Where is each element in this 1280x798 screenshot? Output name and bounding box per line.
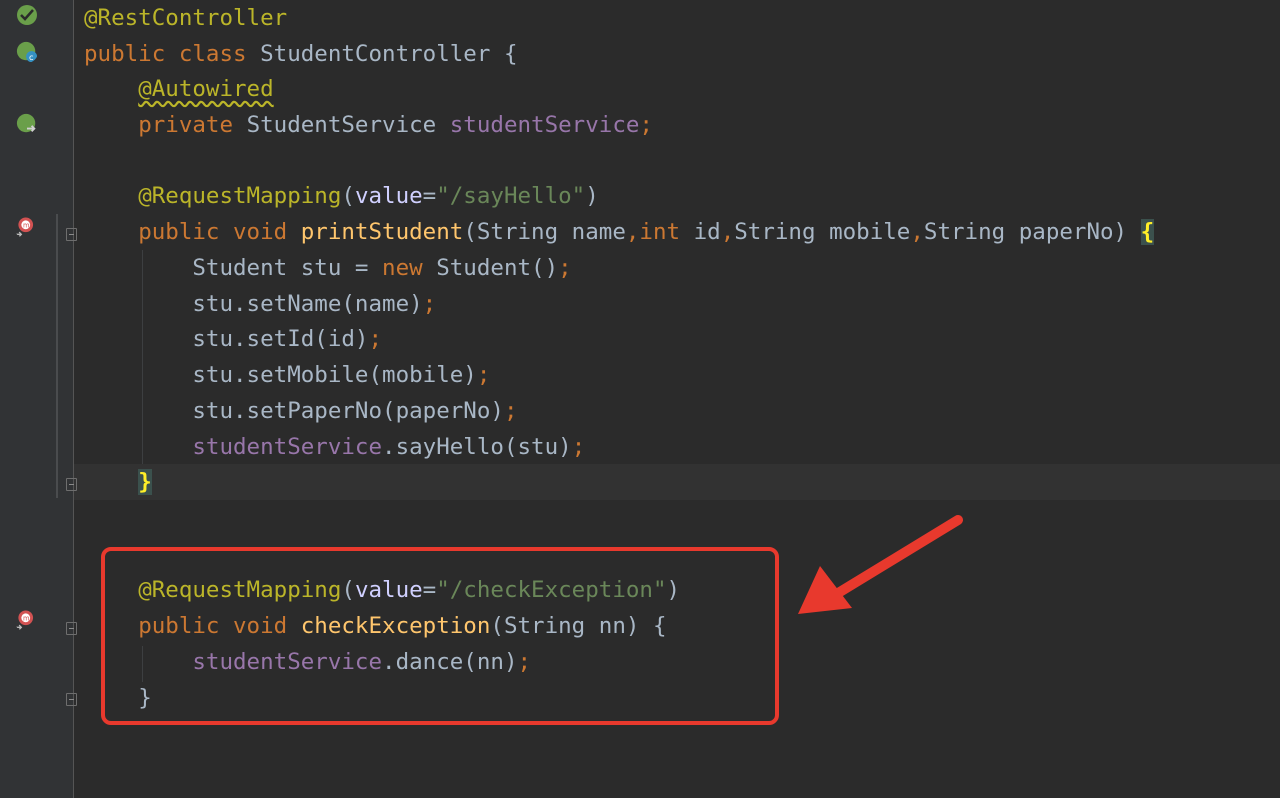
param: id bbox=[680, 219, 721, 245]
equals: = bbox=[422, 183, 437, 209]
comma: , bbox=[720, 219, 735, 245]
code-text: Student() bbox=[422, 255, 559, 281]
keyword: public bbox=[84, 41, 166, 67]
param: String paperNo) bbox=[923, 219, 1141, 245]
matched-brace: { bbox=[1140, 219, 1155, 245]
paren: ( bbox=[341, 183, 355, 209]
semicolon: ; bbox=[639, 112, 653, 138]
code-text: .sayHello(stu) bbox=[382, 434, 572, 460]
semicolon: ; bbox=[571, 434, 586, 460]
svg-text:m: m bbox=[23, 614, 29, 622]
spring-class-icon[interactable]: c bbox=[16, 41, 38, 63]
code-line-14[interactable]: } bbox=[84, 464, 152, 500]
fold-marker[interactable] bbox=[66, 478, 77, 491]
semicolon: ; bbox=[476, 362, 491, 388]
brace: { bbox=[503, 41, 518, 67]
svg-text:m: m bbox=[23, 221, 29, 229]
code-line-12[interactable]: stu.setPaperNo(paperNo); bbox=[84, 393, 517, 429]
paren: ) bbox=[585, 183, 599, 209]
request-mapping-icon[interactable]: m bbox=[14, 216, 36, 238]
class-name: StudentController bbox=[260, 41, 491, 67]
annotation: @RestController bbox=[84, 5, 288, 31]
keyword: private bbox=[138, 112, 234, 138]
code-line-10[interactable]: stu.setId(id); bbox=[84, 321, 382, 357]
code-line-13[interactable]: studentService.sayHello(stu); bbox=[84, 429, 585, 465]
code-line-4[interactable]: private StudentService studentService; bbox=[84, 107, 653, 143]
current-line-highlight bbox=[74, 464, 1280, 500]
field-name: studentService bbox=[449, 112, 640, 138]
keyword: public bbox=[138, 219, 220, 245]
code-line-9[interactable]: stu.setName(name); bbox=[84, 286, 436, 322]
field-name: studentService bbox=[192, 434, 383, 460]
semicolon: ; bbox=[558, 255, 572, 281]
code-line-3[interactable]: @Autowired bbox=[84, 71, 274, 107]
code-text: Student stu = bbox=[192, 255, 383, 281]
annotation-key: value bbox=[354, 183, 423, 209]
fold-marker[interactable] bbox=[66, 693, 77, 706]
code-text: stu.setId(id) bbox=[192, 326, 369, 352]
keyword: class bbox=[178, 41, 247, 67]
code-text: stu.setMobile(mobile) bbox=[192, 362, 477, 388]
request-mapping-icon[interactable]: m bbox=[14, 609, 36, 631]
annotation: @RequestMapping bbox=[138, 183, 342, 209]
gutter-separator bbox=[73, 0, 74, 798]
svg-text:c: c bbox=[29, 52, 34, 62]
code-editor[interactable]: c m m @RestController public class Stude… bbox=[0, 0, 1280, 798]
keyword: void bbox=[233, 219, 288, 245]
keyword: int bbox=[639, 219, 681, 245]
code-line-1[interactable]: @RestController bbox=[84, 0, 287, 36]
annotation: @Autowired bbox=[138, 76, 274, 102]
param: (String name bbox=[463, 219, 626, 245]
code-line-6[interactable]: @RequestMapping(value="/sayHello") bbox=[84, 178, 599, 214]
string-literal: "/sayHello" bbox=[436, 183, 586, 209]
comma: , bbox=[910, 219, 924, 245]
scope-marker bbox=[56, 214, 58, 498]
highlight-box bbox=[101, 547, 779, 725]
semicolon: ; bbox=[368, 326, 383, 352]
code-text: stu.setName(name) bbox=[192, 291, 423, 317]
code-line-7[interactable]: public void printStudent(String name,int… bbox=[84, 214, 1155, 250]
type-name: StudentService bbox=[246, 112, 437, 138]
code-line-11[interactable]: stu.setMobile(mobile); bbox=[84, 357, 490, 393]
fold-marker[interactable] bbox=[66, 622, 77, 635]
fold-marker[interactable] bbox=[66, 228, 77, 241]
autowired-navigate-icon[interactable] bbox=[16, 113, 38, 135]
method-name: printStudent bbox=[300, 219, 464, 245]
code-line-8[interactable]: Student stu = new Student(); bbox=[84, 250, 572, 286]
semicolon: ; bbox=[503, 398, 518, 424]
code-line-2[interactable]: public class StudentController { bbox=[84, 36, 518, 72]
keyword: new bbox=[382, 255, 423, 281]
spring-bean-icon[interactable] bbox=[16, 4, 38, 26]
code-text: stu.setPaperNo(paperNo) bbox=[192, 398, 504, 424]
matched-brace: } bbox=[138, 469, 152, 495]
red-arrow-icon bbox=[798, 515, 963, 614]
param: String mobile bbox=[734, 219, 911, 245]
semicolon: ; bbox=[422, 291, 437, 317]
comma: , bbox=[625, 219, 640, 245]
